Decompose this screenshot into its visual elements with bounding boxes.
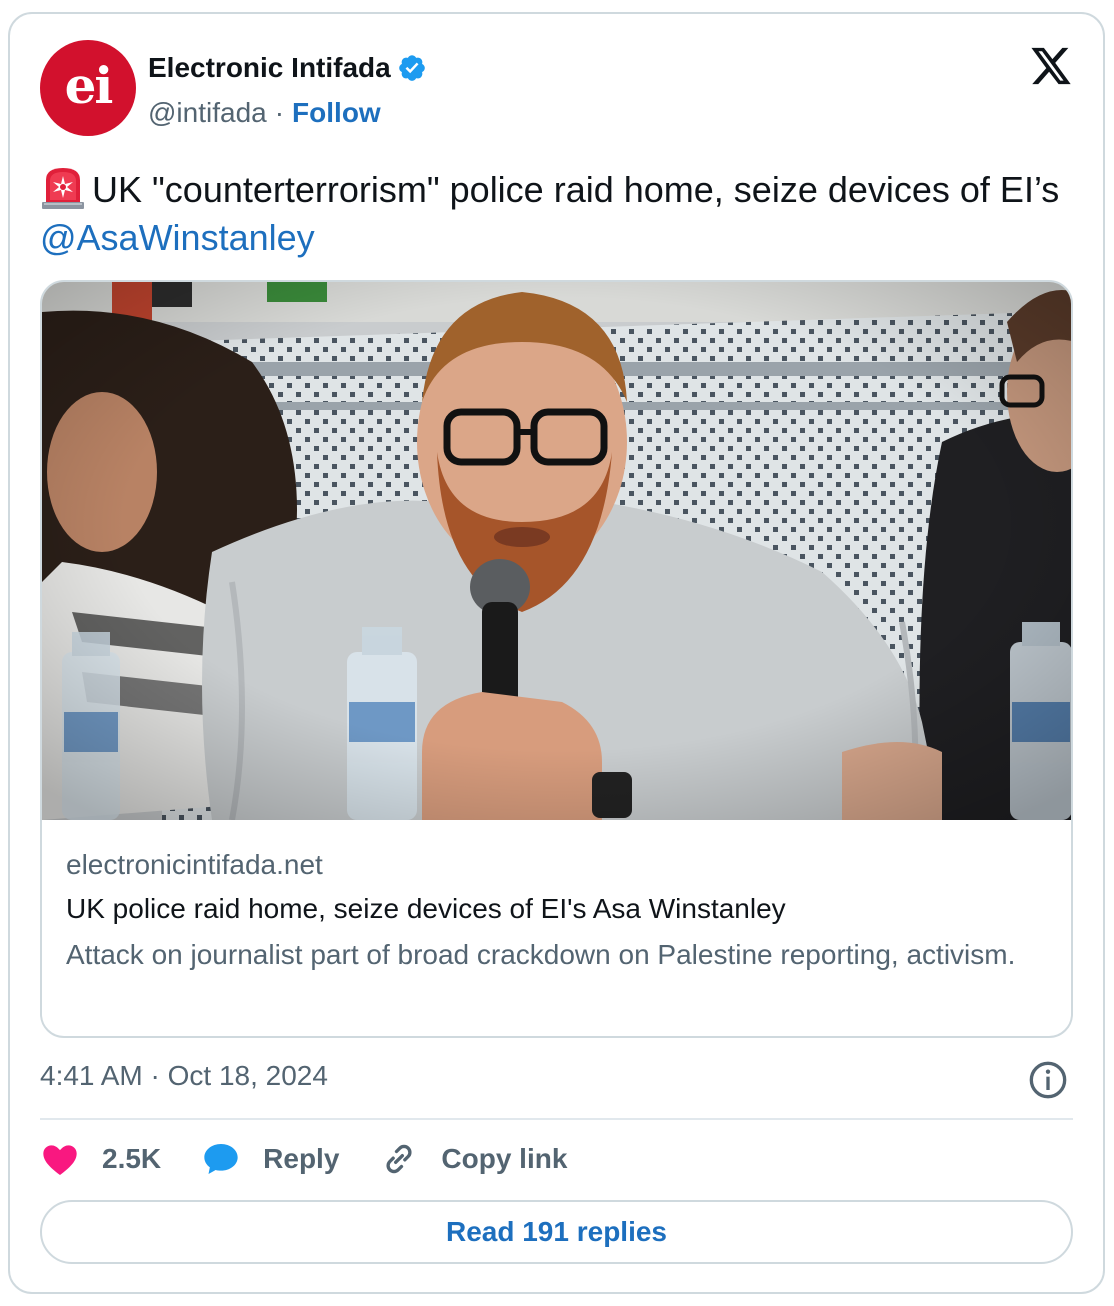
copy-link-label: Copy link	[441, 1143, 568, 1174]
author-handle-row: @intifada · Follow	[148, 96, 381, 130]
x-logo-icon[interactable]	[1029, 46, 1073, 86]
mention-link[interactable]: @AsaWinstanley	[40, 217, 315, 258]
link-icon	[386, 1144, 412, 1174]
heart-icon	[43, 1145, 77, 1175]
divider	[40, 1118, 1073, 1120]
avatar[interactable]: ei	[40, 40, 136, 136]
avatar-logo-text: ei	[64, 56, 114, 115]
tweet-timestamp[interactable]: 4:41 AM · Oct 18, 2024	[40, 1060, 328, 1092]
author-display-name[interactable]: Electronic Intifada	[148, 52, 391, 84]
copy-link-button[interactable]: Copy link	[379, 1139, 567, 1179]
like-count: 2.5K	[102, 1143, 162, 1174]
link-domain: electronicintifada.net	[66, 849, 323, 880]
rotating-light-icon	[42, 168, 84, 209]
read-replies-button[interactable]: Read 191 replies	[40, 1200, 1073, 1264]
link-meta: electronicintifada.net UK police raid ho…	[66, 848, 1047, 976]
verified-badge-icon	[398, 55, 425, 81]
action-bar: 2.5K Reply Copy link	[40, 1138, 607, 1180]
reply-button[interactable]: Reply	[201, 1139, 339, 1179]
tweet-header: ei Electronic Intifada @intifada · Follo…	[40, 40, 1073, 136]
embedded-tweet-card: ei Electronic Intifada @intifada · Follo…	[8, 12, 1105, 1294]
tweet-body-text: UK "counterterrorism" police raid home, …	[92, 169, 1060, 210]
link-description: Attack on journalist part of broad crack…	[66, 939, 1016, 970]
tweet-text: UK "counterterrorism" police raid home, …	[40, 166, 1070, 262]
author-handle[interactable]: @intifada	[148, 97, 267, 129]
follow-button[interactable]: Follow	[292, 97, 381, 129]
reply-label: Reply	[263, 1143, 340, 1174]
speech-bubble-icon	[204, 1144, 238, 1174]
author-name-row: Electronic Intifada	[148, 50, 427, 86]
like-button[interactable]: 2.5K	[40, 1139, 161, 1179]
info-icon[interactable]	[1028, 1060, 1068, 1100]
link-title: UK police raid home, seize devices of EI…	[66, 893, 786, 924]
link-preview-card[interactable]: electronicintifada.net UK police raid ho…	[40, 280, 1073, 1038]
separator-dot: ·	[274, 97, 285, 128]
article-photo	[42, 282, 1071, 820]
